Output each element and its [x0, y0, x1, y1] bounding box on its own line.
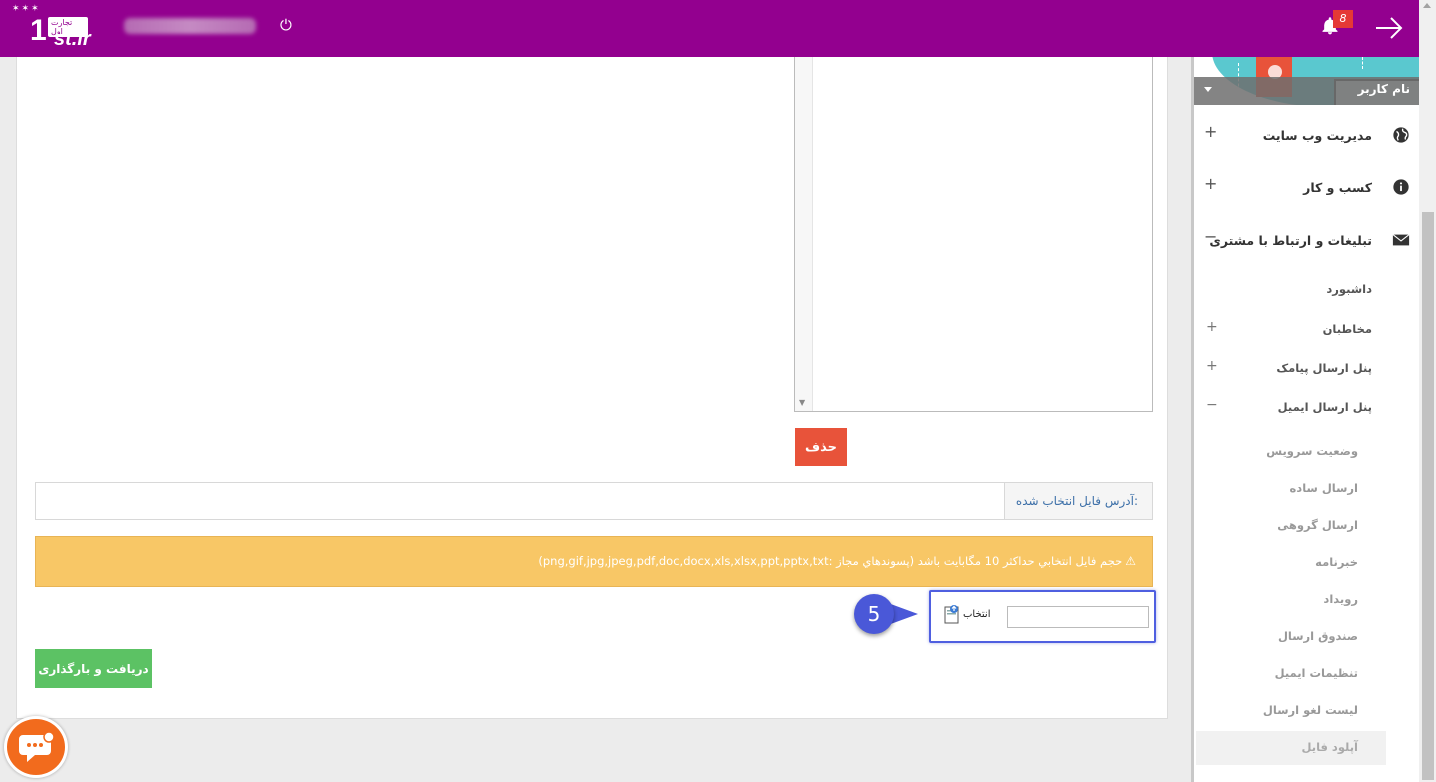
- minus-icon[interactable]: −: [1206, 397, 1218, 413]
- plus-icon[interactable]: +: [1206, 358, 1218, 374]
- user-menu[interactable]: نام کاربر: [1194, 77, 1422, 105]
- choose-file-label: انتخاب: [963, 608, 991, 620]
- profile-banner: نام کاربر: [1194, 57, 1422, 105]
- sidebar-item-label: تبلیغات و ارتباط با مشتری: [1209, 233, 1372, 248]
- email-item-unsubscribe-list[interactable]: لیست لغو ارسال: [1194, 694, 1422, 728]
- sidebar-subitem-label: مخاطبان: [1322, 322, 1372, 336]
- info-icon: [1393, 179, 1409, 195]
- step-number: 5: [854, 594, 894, 634]
- globe-icon: [1393, 127, 1409, 143]
- plus-icon[interactable]: +: [1204, 122, 1217, 141]
- sidebar-subitem-label: پنل ارسال ایمیل: [1277, 400, 1372, 414]
- file-size-warning: ⚠حجم فایل انتخابي حداکثر 10 مگابایت باشد…: [35, 536, 1153, 587]
- main-panel: ▼ حذف آدرس فایل انتخاب شده: ⚠حجم فایل ان…: [16, 57, 1168, 719]
- selected-file-address-field[interactable]: [36, 483, 1004, 519]
- step-callout: 5: [854, 594, 918, 634]
- email-item-event[interactable]: رویداد: [1194, 583, 1422, 617]
- logo-domain: st.ir: [54, 28, 91, 50]
- scrollbar-thumb[interactable]: [1422, 212, 1434, 780]
- plus-icon[interactable]: +: [1206, 319, 1218, 335]
- blurred-account-name: [124, 18, 256, 34]
- minus-icon[interactable]: −: [1204, 227, 1217, 246]
- arrow-right-icon[interactable]: [1374, 14, 1404, 42]
- textarea-scrollbar[interactable]: ▼: [795, 57, 813, 411]
- content-textarea[interactable]: ▼: [794, 57, 1153, 412]
- scroll-down-icon[interactable]: ▼: [799, 398, 805, 407]
- sidebar-item-label: مدیریت وب سایت: [1262, 128, 1372, 143]
- email-item-outbox[interactable]: صندوق ارسال: [1194, 620, 1422, 654]
- decor-line: [1362, 57, 1363, 69]
- email-item-label: آپلود فایل: [1301, 740, 1358, 754]
- chat-widget-button[interactable]: [4, 716, 68, 778]
- warning-icon: ⚠: [1125, 554, 1136, 568]
- email-item-label: ارسال گروهی: [1277, 518, 1358, 532]
- envelope-icon: [1392, 234, 1410, 246]
- choose-file-button[interactable]: انتخاب: [943, 604, 991, 624]
- sidebar-subitem-dashboard[interactable]: داشبورد: [1194, 274, 1422, 306]
- file-path-input[interactable]: [1007, 606, 1149, 628]
- sidebar-subitem-sms-panel[interactable]: پنل ارسال پیامک +: [1194, 353, 1422, 385]
- selected-file-address-label: آدرس فایل انتخاب شده:: [1004, 483, 1152, 519]
- email-item-group-send[interactable]: ارسال گروهی: [1194, 509, 1422, 543]
- power-icon[interactable]: ⏻: [280, 16, 292, 34]
- email-item-label: لیست لغو ارسال: [1262, 703, 1358, 717]
- user-name: نام کاربر: [1357, 82, 1410, 96]
- site-logo[interactable]: ✶✶✶ 1 تجارت اول st.ir: [12, 4, 91, 52]
- email-item-email-settings[interactable]: تنظیمات ایمیل: [1194, 657, 1422, 691]
- sidebar-subitem-contacts[interactable]: مخاطبان +: [1194, 314, 1422, 346]
- scroll-up-icon[interactable]: [1423, 3, 1431, 8]
- sidebar-subitem-label: پنل ارسال پیامک: [1276, 361, 1372, 375]
- email-item-label: تنظیمات ایمیل: [1274, 666, 1358, 680]
- delete-button[interactable]: حذف: [795, 428, 847, 466]
- sidebar-subitem-email-panel[interactable]: پنل ارسال ایمیل −: [1194, 392, 1422, 424]
- logo-number: 1: [30, 14, 47, 47]
- file-upload-icon: [944, 605, 959, 624]
- file-chooser-box: انتخاب: [929, 590, 1156, 643]
- sidebar-item-website-management[interactable]: مدیریت وب سایت +: [1194, 112, 1422, 162]
- email-item-simple-send[interactable]: ارسال ساده: [1194, 472, 1422, 506]
- email-item-label: خبرنامه: [1315, 555, 1358, 569]
- email-item-label: رویداد: [1323, 592, 1358, 606]
- email-item-file-upload[interactable]: آپلود فایل: [1196, 731, 1386, 765]
- email-item-service-status[interactable]: وضعیت سرویس: [1194, 435, 1422, 469]
- sidebar-subitem-label: داشبورد: [1326, 282, 1372, 296]
- caret-down-icon: [1204, 87, 1212, 92]
- email-item-label: ارسال ساده: [1289, 481, 1359, 495]
- sidebar-item-label: کسب و کار: [1303, 180, 1372, 195]
- email-item-newsletter[interactable]: خبرنامه: [1194, 546, 1422, 580]
- chat-icon: [19, 731, 55, 762]
- upload-button[interactable]: دریافت و بارگذاری: [35, 649, 152, 688]
- sidebar: نام کاربر مدیریت وب سایت + کسب و کار + ت…: [1191, 57, 1422, 782]
- email-item-label: وضعیت سرویس: [1266, 444, 1358, 458]
- sidebar-item-business[interactable]: کسب و کار +: [1194, 164, 1422, 214]
- selected-file-address-row: آدرس فایل انتخاب شده:: [35, 482, 1153, 520]
- notification-badge: 8: [1333, 10, 1353, 28]
- page-scrollbar[interactable]: [1419, 0, 1436, 782]
- top-header: ✶✶✶ 1 تجارت اول st.ir ⏻ 8: [0, 0, 1419, 57]
- sidebar-item-advertising[interactable]: تبلیغات و ارتباط با مشتری −: [1194, 217, 1422, 267]
- logo-stars: ✶✶✶: [12, 4, 41, 14]
- plus-icon[interactable]: +: [1204, 174, 1217, 193]
- email-item-label: صندوق ارسال: [1277, 629, 1358, 643]
- warning-text: حجم فایل انتخابي حداکثر 10 مگابایت باشد …: [538, 554, 1123, 568]
